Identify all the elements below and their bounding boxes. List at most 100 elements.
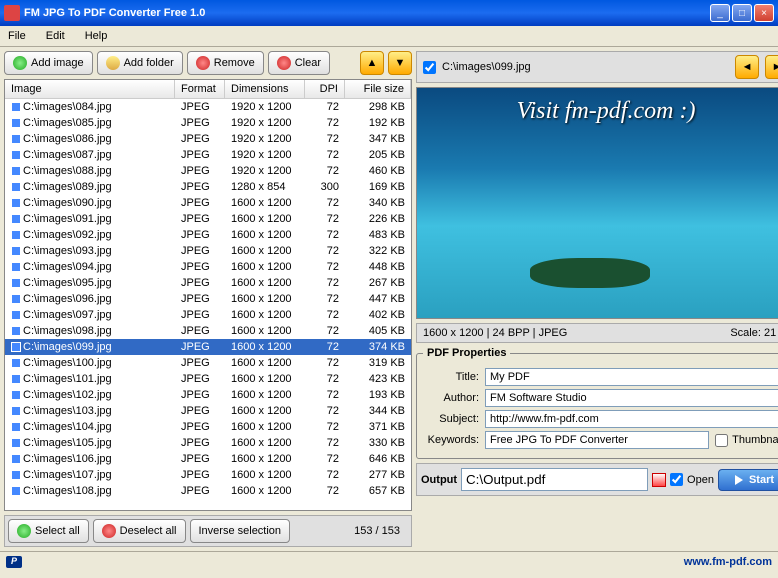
- file-icon: [11, 134, 21, 144]
- website-link[interactable]: www.fm-pdf.com: [684, 556, 772, 568]
- file-icon: [11, 166, 21, 176]
- table-row[interactable]: C:\images\108.jpgJPEG1600 x 120072657 KB: [5, 483, 411, 499]
- table-row[interactable]: C:\images\107.jpgJPEG1600 x 120072277 KB: [5, 467, 411, 483]
- preview-info-bar: 1600 x 1200 | 24 BPP | JPEG Scale: 21 %: [416, 323, 778, 343]
- thumbnails-label: Thumbnails: [732, 434, 778, 446]
- titlebar: FM JPG To PDF Converter Free 1.0 _ □ ×: [0, 0, 778, 26]
- pdf-properties-legend: PDF Properties: [423, 347, 510, 359]
- statusbar: P www.fm-pdf.com: [0, 551, 778, 571]
- start-button[interactable]: Start: [718, 469, 778, 491]
- col-image[interactable]: Image: [5, 80, 175, 98]
- table-row[interactable]: C:\images\098.jpgJPEG1600 x 120072405 KB: [5, 323, 411, 339]
- deselect-all-button[interactable]: Deselect all: [93, 519, 186, 543]
- output-row: Output Open Start: [416, 463, 778, 496]
- paypal-icon[interactable]: P: [6, 556, 22, 568]
- add-folder-button[interactable]: Add folder: [97, 51, 183, 75]
- move-down-button[interactable]: ▼: [388, 51, 412, 75]
- table-row[interactable]: C:\images\086.jpgJPEG1920 x 120072347 KB: [5, 131, 411, 147]
- table-row[interactable]: C:\images\099.jpgJPEG1600 x 120072374 KB: [5, 339, 411, 355]
- menubar: File Edit Help: [0, 26, 778, 47]
- file-icon: [11, 214, 21, 224]
- plus-icon: [13, 56, 27, 70]
- close-button[interactable]: ×: [754, 4, 774, 22]
- file-icon: [11, 406, 21, 416]
- table-row[interactable]: C:\images\106.jpgJPEG1600 x 120072646 KB: [5, 451, 411, 467]
- table-row[interactable]: C:\images\103.jpgJPEG1600 x 120072344 KB: [5, 403, 411, 419]
- select-all-button[interactable]: Select all: [8, 519, 89, 543]
- window-title: FM JPG To PDF Converter Free 1.0: [24, 7, 710, 19]
- folder-icon: [106, 56, 120, 70]
- file-icon: [11, 326, 21, 336]
- author-label: Author:: [423, 392, 479, 404]
- table-row[interactable]: C:\images\094.jpgJPEG1600 x 120072448 KB: [5, 259, 411, 275]
- preview-toolbar: C:\images\099.jpg ◄ ►: [416, 51, 778, 83]
- plus-icon: [17, 524, 31, 538]
- table-row[interactable]: C:\images\097.jpgJPEG1600 x 120072402 KB: [5, 307, 411, 323]
- file-icon: [11, 390, 21, 400]
- title-label: Title:: [423, 371, 479, 383]
- move-up-button[interactable]: ▲: [360, 51, 384, 75]
- clear-button[interactable]: Clear: [268, 51, 330, 75]
- file-icon: [11, 358, 21, 368]
- preview-overlay-text: Visit fm-pdf.com :): [417, 88, 778, 125]
- keywords-input[interactable]: [485, 431, 709, 449]
- output-path-input[interactable]: [461, 468, 648, 491]
- table-row[interactable]: C:\images\105.jpgJPEG1600 x 120072330 KB: [5, 435, 411, 451]
- file-icon: [11, 470, 21, 480]
- table-row[interactable]: C:\images\091.jpgJPEG1600 x 120072226 KB: [5, 211, 411, 227]
- menu-help[interactable]: Help: [81, 28, 112, 44]
- thumbnails-checkbox[interactable]: [715, 434, 728, 447]
- table-row[interactable]: C:\images\095.jpgJPEG1600 x 120072267 KB: [5, 275, 411, 291]
- table-row[interactable]: C:\images\101.jpgJPEG1600 x 120072423 KB: [5, 371, 411, 387]
- subject-label: Subject:: [423, 413, 479, 425]
- author-input[interactable]: [485, 389, 778, 407]
- minimize-button[interactable]: _: [710, 4, 730, 22]
- menu-edit[interactable]: Edit: [42, 28, 69, 44]
- minus-icon: [196, 56, 210, 70]
- file-icon: [11, 310, 21, 320]
- file-icon: [11, 294, 21, 304]
- col-dpi[interactable]: DPI: [305, 80, 345, 98]
- table-row[interactable]: C:\images\089.jpgJPEG1280 x 854300169 KB: [5, 179, 411, 195]
- image-table: Image Format Dimensions DPI File size C:…: [4, 79, 412, 511]
- pdf-properties-group: PDF Properties Title: Author: Subject: K…: [416, 347, 778, 459]
- open-label: Open: [687, 474, 714, 486]
- table-row[interactable]: C:\images\088.jpgJPEG1920 x 120072460 KB: [5, 163, 411, 179]
- subject-input[interactable]: [485, 410, 778, 428]
- col-format[interactable]: Format: [175, 80, 225, 98]
- table-row[interactable]: C:\images\087.jpgJPEG1920 x 120072205 KB: [5, 147, 411, 163]
- file-icon: [11, 454, 21, 464]
- file-icon: [11, 262, 21, 272]
- table-row[interactable]: C:\images\092.jpgJPEG1600 x 120072483 KB: [5, 227, 411, 243]
- table-row[interactable]: C:\images\085.jpgJPEG1920 x 120072192 KB: [5, 115, 411, 131]
- pdf-icon[interactable]: [652, 473, 666, 487]
- file-icon: [11, 486, 21, 496]
- left-toolbar: Add image Add folder Remove Clear ▲ ▼: [4, 51, 412, 75]
- image-info: 1600 x 1200 | 24 BPP | JPEG: [423, 327, 567, 339]
- table-row[interactable]: C:\images\090.jpgJPEG1600 x 120072340 KB: [5, 195, 411, 211]
- file-icon: [11, 150, 21, 160]
- table-row[interactable]: C:\images\100.jpgJPEG1600 x 120072319 KB: [5, 355, 411, 371]
- keywords-label: Keywords:: [423, 434, 479, 446]
- open-checkbox[interactable]: [670, 473, 683, 486]
- menu-file[interactable]: File: [4, 28, 30, 44]
- inverse-selection-button[interactable]: Inverse selection: [190, 519, 291, 543]
- app-icon: [4, 5, 20, 21]
- table-row[interactable]: C:\images\104.jpgJPEG1600 x 120072371 KB: [5, 419, 411, 435]
- table-row[interactable]: C:\images\084.jpgJPEG1920 x 120072298 KB: [5, 99, 411, 115]
- table-row[interactable]: C:\images\102.jpgJPEG1600 x 120072193 KB: [5, 387, 411, 403]
- title-input[interactable]: [485, 368, 778, 386]
- table-row[interactable]: C:\images\093.jpgJPEG1600 x 120072322 KB: [5, 243, 411, 259]
- next-image-button[interactable]: ►: [765, 55, 778, 79]
- file-icon: [11, 438, 21, 448]
- preview-checkbox[interactable]: [423, 61, 436, 74]
- col-filesize[interactable]: File size: [345, 80, 411, 98]
- add-image-button[interactable]: Add image: [4, 51, 93, 75]
- table-row[interactable]: C:\images\096.jpgJPEG1600 x 120072447 KB: [5, 291, 411, 307]
- remove-button[interactable]: Remove: [187, 51, 264, 75]
- maximize-button[interactable]: □: [732, 4, 752, 22]
- file-icon: [11, 246, 21, 256]
- col-dimensions[interactable]: Dimensions: [225, 80, 305, 98]
- prev-image-button[interactable]: ◄: [735, 55, 759, 79]
- play-icon: [735, 475, 743, 485]
